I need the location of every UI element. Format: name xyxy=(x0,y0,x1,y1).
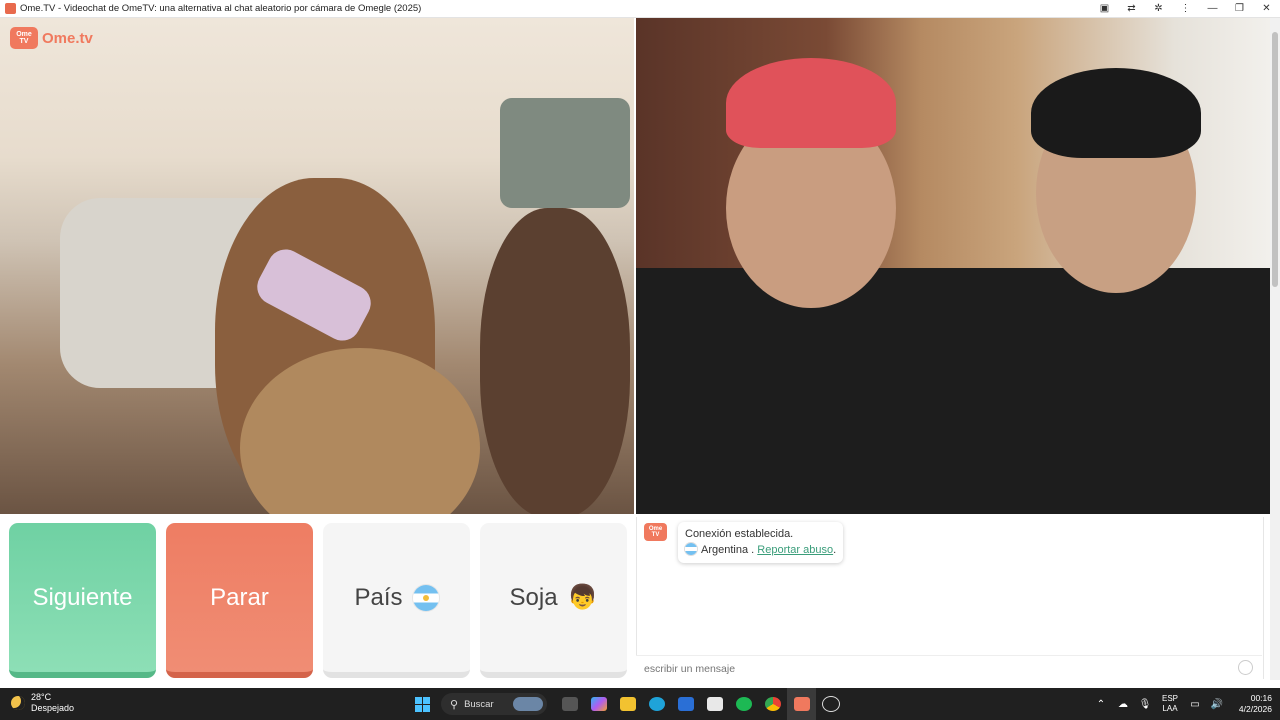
stop-button[interactable]: Parar xyxy=(166,523,313,678)
search-highlight-icon xyxy=(513,697,543,711)
file-explorer-icon[interactable] xyxy=(613,688,642,720)
boy-face-icon: 👦 xyxy=(567,584,598,611)
weather-widget[interactable]: 28°C Despejado xyxy=(11,692,74,714)
system-message: Conexión establecida. Argentina . Report… xyxy=(678,522,844,563)
chrome-icon[interactable] xyxy=(758,688,787,720)
onedrive-icon[interactable]: ☁ xyxy=(1112,699,1134,710)
restore-button[interactable]: ❐ xyxy=(1226,0,1253,17)
gender-label: Soja xyxy=(509,583,558,611)
close-button[interactable]: ✕ xyxy=(1253,0,1280,17)
store-icon[interactable] xyxy=(700,688,729,720)
pillow-shape xyxy=(500,98,630,208)
tv-logo-icon: Ome TV xyxy=(10,27,38,49)
translate-icon[interactable]: ⇄ xyxy=(1118,0,1145,17)
person-shape xyxy=(480,208,630,514)
spotify-icon[interactable] xyxy=(729,688,758,720)
cap-shape xyxy=(726,58,896,148)
self-video xyxy=(636,18,1270,514)
minimize-button[interactable]: — xyxy=(1199,0,1226,17)
language-indicator[interactable]: ESP LAA xyxy=(1156,694,1184,714)
ometv-app-icon[interactable] xyxy=(787,688,816,720)
microphone-icon[interactable]: 🎙 xyxy=(1134,699,1156,710)
copilot-icon[interactable] xyxy=(584,688,613,720)
hair-shape xyxy=(1031,68,1201,158)
report-abuse-link[interactable]: Reportar abuso xyxy=(757,544,833,556)
mail-icon[interactable] xyxy=(671,688,700,720)
partner-country: Argentina xyxy=(701,544,749,556)
taskbar-search[interactable]: ⚲ Buscar xyxy=(441,693,547,715)
stranger-video: Ome TV Ome.tv xyxy=(0,18,634,514)
connection-status: Conexión establecida. xyxy=(685,528,794,540)
search-label: Buscar xyxy=(464,698,494,710)
browser-title-bar: Ome.TV - Videochat de OmeTV: una alterna… xyxy=(0,0,1280,18)
task-view-icon[interactable] xyxy=(555,688,584,720)
stop-label: Parar xyxy=(210,583,269,611)
speaker-icon[interactable]: 🔊 xyxy=(1206,699,1228,710)
window-title: Ome.TV - Videochat de OmeTV: una alterna… xyxy=(20,3,422,14)
page-scrollbar[interactable] xyxy=(1270,18,1280,688)
system-clock[interactable]: 00:16 4/2/2026 xyxy=(1228,693,1280,715)
chevron-up-icon[interactable]: ⌃ xyxy=(1090,699,1112,710)
more-menu-icon[interactable]: ⋮ xyxy=(1172,0,1199,17)
gender-filter-button[interactable]: Soja 👦 xyxy=(480,523,627,678)
ometv-logo[interactable]: Ome TV Ome.tv xyxy=(10,27,93,49)
next-button[interactable]: Siguiente xyxy=(9,523,156,678)
argentina-flag-icon xyxy=(412,584,439,611)
brand-name: Ome.tv xyxy=(42,29,93,47)
weather-desc: Despejado xyxy=(31,703,75,713)
country-filter-button[interactable]: País xyxy=(323,523,470,678)
shirts-shape xyxy=(636,268,1270,514)
display-icon[interactable]: ▭ xyxy=(1184,699,1206,710)
start-button[interactable] xyxy=(408,688,437,720)
next-label: Siguiente xyxy=(32,583,133,611)
partner-country-line: Argentina . Reportar abuso. xyxy=(685,542,836,558)
page-bottom-strip xyxy=(0,680,1280,688)
weather-temp: 28°C xyxy=(31,692,52,702)
moon-icon xyxy=(11,696,25,710)
windows-logo-icon xyxy=(415,696,430,712)
extensions-icon[interactable]: ✲ xyxy=(1145,0,1172,17)
message-input-bar xyxy=(636,655,1262,680)
scrollbar-thumb[interactable] xyxy=(1272,32,1278,287)
country-label: País xyxy=(354,583,403,611)
message-input[interactable] xyxy=(642,659,1226,679)
search-icon: ⚲ xyxy=(450,698,459,711)
ometv-chat-avatar-icon: Ome TV xyxy=(644,523,667,541)
argentina-flag-icon xyxy=(685,543,697,555)
camera-icon[interactable]: ▣ xyxy=(1091,0,1118,17)
edge-icon[interactable] xyxy=(642,688,671,720)
windows-taskbar: 28°C Despejado ⚲ Buscar ⌃ ☁ 🎙 ESP LAA ▭ 🔊 0… xyxy=(0,688,1280,720)
ometv-favicon-icon xyxy=(5,3,16,14)
emoji-smile-icon[interactable] xyxy=(1238,660,1253,675)
chatgpt-icon[interactable] xyxy=(816,688,845,720)
